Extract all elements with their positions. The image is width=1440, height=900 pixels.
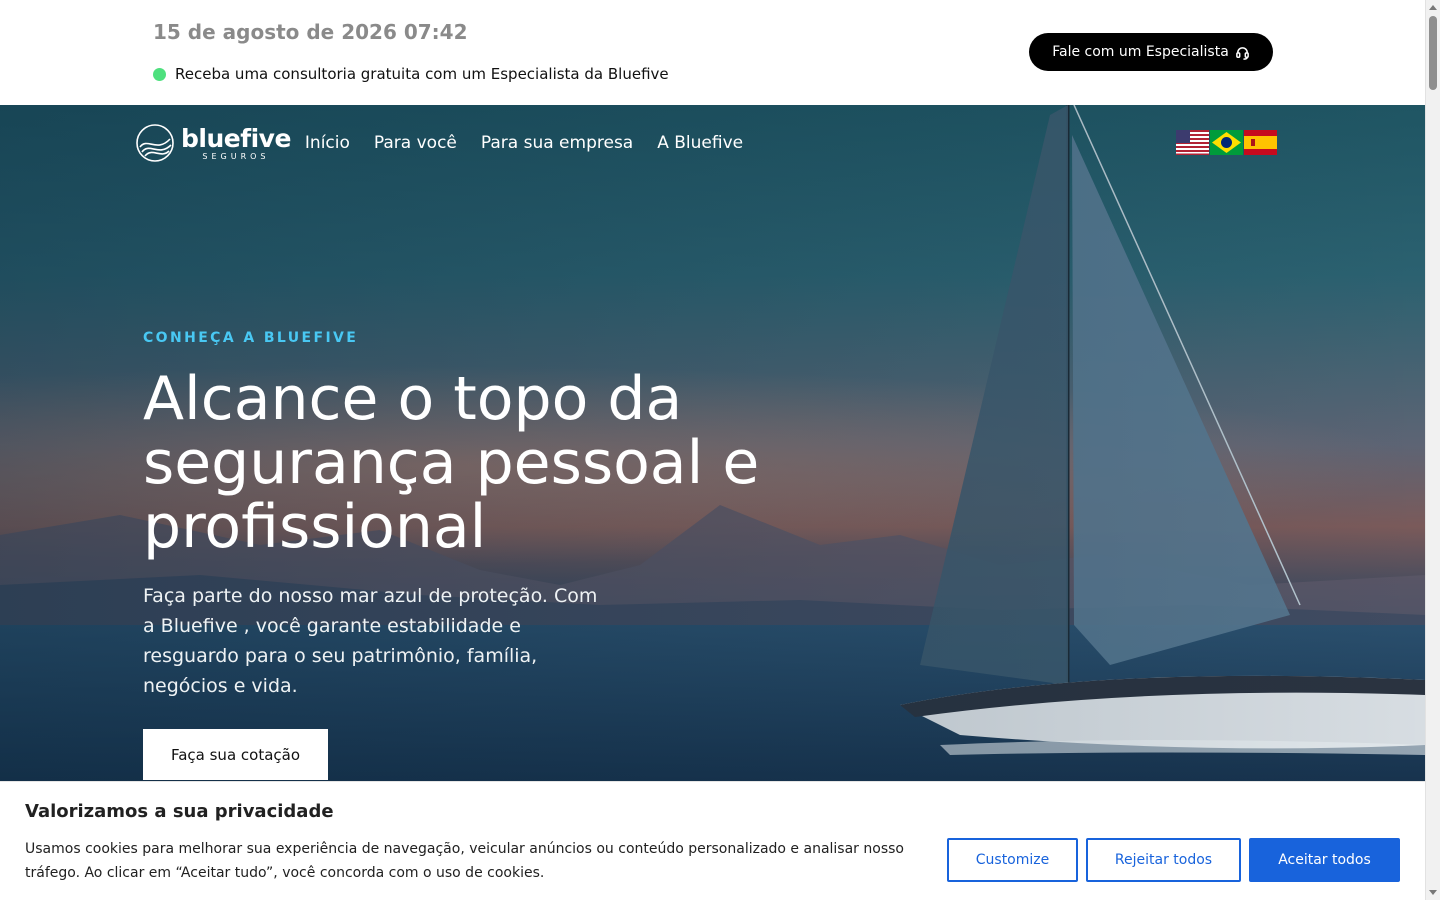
nav-link-a-bluefive[interactable]: A Bluefive — [657, 133, 743, 153]
talk-to-specialist-label: Fale com um Especialista — [1052, 44, 1229, 60]
consultation-notice: Receba uma consultoria gratuita com um E… — [153, 65, 669, 83]
date-time: 15 de agosto de 2026 07:42 — [153, 20, 468, 44]
us-flag-icon[interactable] — [1176, 130, 1209, 155]
online-status-dot — [153, 67, 166, 81]
cookie-title: Valorizamos a sua privacidade — [25, 801, 334, 822]
page-scrollbar[interactable] — [1425, 0, 1440, 900]
talk-to-specialist-button[interactable]: Fale com um Especialista — [1029, 33, 1273, 71]
logo-wave-icon — [136, 124, 174, 162]
nav-link-para-sua-empresa[interactable]: Para sua empresa — [481, 133, 633, 153]
cookie-consent-banner: Valorizamos a sua privacidade Usamos coo… — [0, 781, 1425, 900]
bluefive-logo[interactable]: bluefive SEGUROS — [135, 123, 291, 163]
scrollbar-thumb[interactable] — [1429, 16, 1437, 90]
hero-eyebrow: CONHEÇA A BLUEFIVE — [143, 330, 359, 346]
logo-sub-text: SEGUROS — [202, 151, 270, 161]
language-selector — [1176, 130, 1277, 155]
cookie-text: Usamos cookies para melhorar sua experiê… — [25, 841, 904, 881]
hero-section: bluefive SEGUROS Início Para você Para s… — [0, 105, 1425, 785]
brazil-flag-icon[interactable] — [1210, 130, 1243, 155]
nav-link-para-voce[interactable]: Para você — [374, 133, 457, 153]
hero-subtext: Faça parte do nosso mar azul de proteção… — [143, 585, 598, 697]
scroll-up-icon[interactable] — [1429, 5, 1437, 10]
consultation-text: Receba uma consultoria gratuita com um E… — [175, 65, 669, 83]
top-bar: 15 de agosto de 2026 07:42 Receba uma co… — [0, 0, 1425, 105]
main-nav: bluefive SEGUROS Início Para você Para s… — [135, 123, 767, 163]
get-quote-button[interactable]: Faça sua cotação — [143, 729, 328, 780]
nav-link-inicio[interactable]: Início — [305, 133, 350, 153]
scroll-down-icon[interactable] — [1429, 890, 1437, 895]
logo-brand-text: bluefive — [181, 123, 291, 153]
spain-flag-icon[interactable] — [1244, 130, 1277, 155]
cookie-customize-button[interactable]: Customize — [947, 838, 1078, 882]
cookie-reject-all-button[interactable]: Rejeitar todos — [1086, 838, 1241, 882]
headset-icon — [1235, 46, 1249, 60]
cookie-accept-all-button[interactable]: Aceitar todos — [1249, 838, 1400, 882]
hero-headline: Alcance o topo da segurança pessoal e pr… — [143, 364, 760, 562]
